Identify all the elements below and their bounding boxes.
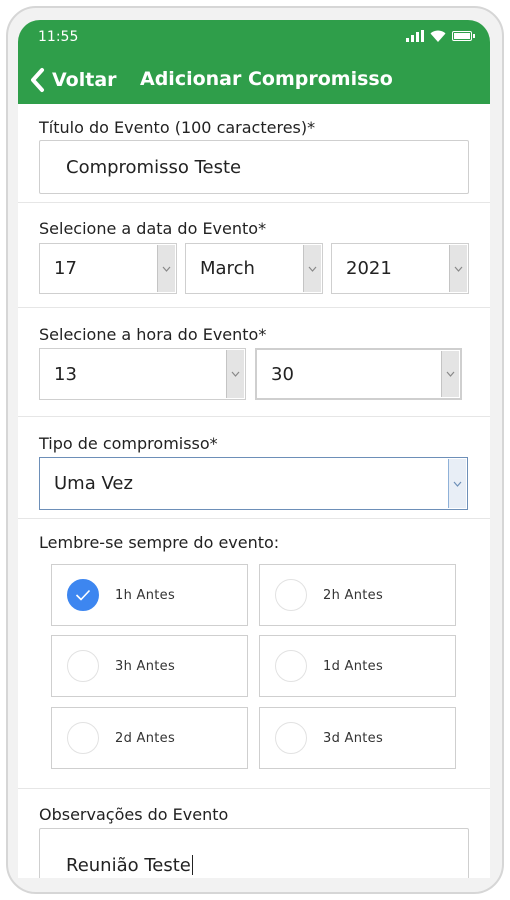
reminder-option-label: 3d Antes — [323, 730, 384, 746]
check-icon — [75, 589, 91, 601]
radio-unchecked — [275, 722, 307, 754]
wifi-icon — [430, 30, 446, 42]
notes-textarea[interactable]: Reunião Teste — [39, 828, 469, 878]
status-bar: 11:55 — [18, 20, 490, 56]
chevron-left-icon — [31, 68, 44, 92]
chevron-down-icon — [449, 245, 467, 292]
back-button[interactable]: Voltar — [28, 64, 117, 96]
reminder-option-1h[interactable]: 1h Antes — [51, 564, 248, 626]
type-value: Uma Vez — [54, 473, 133, 494]
reminder-option-3h[interactable]: 3h Antes — [51, 635, 248, 697]
chevron-down-icon — [441, 351, 459, 397]
radio-unchecked — [67, 722, 99, 754]
title-label: Título do Evento (100 caracteres)* — [39, 118, 316, 137]
app-bar: 11:55 Voltar Adicionar Compromisso — [18, 20, 490, 104]
day-select[interactable]: 17 — [39, 243, 177, 294]
title-section: Título do Evento (100 caracteres)* Compr… — [18, 104, 490, 203]
chevron-down-icon — [448, 459, 466, 508]
app-screen: 11:55 Voltar Adicionar Compromisso Títul… — [18, 20, 490, 878]
type-select[interactable]: Uma Vez — [39, 457, 468, 510]
radio-unchecked — [275, 650, 307, 682]
reminder-section: Lembre-se sempre do evento: 1h Antes 2h … — [18, 519, 490, 789]
notes-value: Reunião Teste — [66, 855, 191, 876]
page-title: Adicionar Compromisso — [140, 68, 393, 90]
title-input-value: Compromisso Teste — [66, 156, 242, 178]
date-section: Selecione a data do Evento* 17 March 202… — [18, 203, 490, 308]
reminder-option-label: 2h Antes — [323, 587, 384, 603]
time-section: Selecione a hora do Evento* 13 30 — [18, 308, 490, 417]
reminder-option-3d[interactable]: 3d Antes — [259, 707, 456, 769]
hour-select[interactable]: 13 — [39, 348, 246, 400]
text-cursor — [191, 855, 193, 875]
reminder-option-label: 1d Antes — [323, 658, 384, 674]
back-label: Voltar — [52, 69, 117, 91]
status-time: 11:55 — [38, 29, 79, 45]
reminder-option-1d[interactable]: 1d Antes — [259, 635, 456, 697]
radio-unchecked — [275, 579, 307, 611]
minute-select[interactable]: 30 — [255, 348, 462, 400]
time-label: Selecione a hora do Evento* — [39, 325, 267, 344]
status-icons — [406, 30, 475, 42]
month-select[interactable]: March — [185, 243, 323, 294]
title-input[interactable]: Compromisso Teste — [39, 140, 469, 194]
notes-label: Observações do Evento — [39, 805, 229, 824]
minute-value: 30 — [271, 363, 294, 385]
reminder-option-2d[interactable]: 2d Antes — [51, 707, 248, 769]
reminder-label: Lembre-se sempre do evento: — [39, 533, 280, 552]
reminder-option-label: 3h Antes — [115, 658, 176, 674]
reminder-option-2h[interactable]: 2h Antes — [259, 564, 456, 626]
year-select[interactable]: 2021 — [331, 243, 469, 294]
hour-value: 13 — [54, 363, 77, 385]
battery-icon — [452, 31, 475, 41]
chevron-down-icon — [226, 350, 244, 398]
date-label: Selecione a data do Evento* — [39, 219, 267, 238]
reminder-option-label: 2d Antes — [115, 730, 176, 746]
notes-section: Observações do Evento Reunião Teste — [18, 789, 490, 878]
chevron-down-icon — [157, 245, 175, 292]
type-section: Tipo de compromisso* Uma Vez — [18, 417, 490, 519]
type-label: Tipo de compromisso* — [39, 434, 218, 453]
chevron-down-icon — [303, 245, 321, 292]
signal-icon — [406, 30, 424, 42]
radio-checked — [67, 579, 99, 611]
radio-unchecked — [67, 650, 99, 682]
reminder-option-label: 1h Antes — [115, 587, 176, 603]
